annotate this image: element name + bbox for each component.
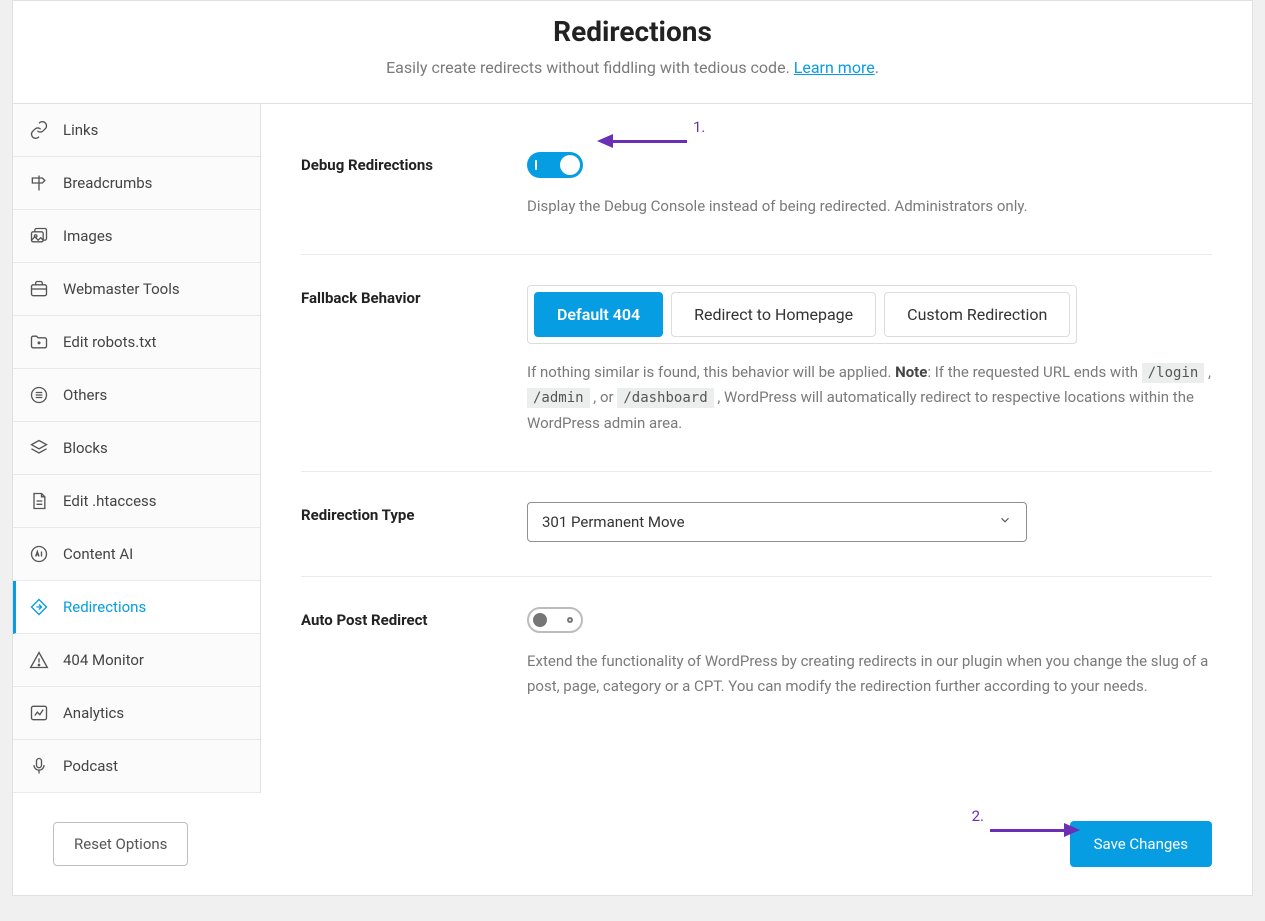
save-changes-button[interactable]: Save Changes: [1070, 821, 1212, 867]
fallback-option-custom-redirection[interactable]: Custom Redirection: [884, 292, 1070, 337]
sidebar-item-images[interactable]: Images: [13, 210, 260, 263]
sidebar-item-label: Links: [63, 121, 98, 139]
select-value: 301 Permanent Move: [542, 513, 685, 531]
field-label: Debug Redirections: [301, 152, 527, 220]
sidebar-item-content-ai[interactable]: Content AI: [13, 528, 260, 581]
main-content: Debug Redirections 1. Display the Debug …: [261, 104, 1252, 793]
field-description: If nothing similar is found, this behavi…: [527, 360, 1212, 437]
field-description: Display the Debug Console instead of bei…: [527, 194, 1212, 220]
row-fallback-behavior: Fallback Behavior Default 404 Redirect t…: [301, 255, 1212, 472]
footer-actions: Reset Options 2. Save Changes: [13, 793, 1252, 895]
links-icon: [29, 120, 49, 140]
redirection-type-select[interactable]: 301 Permanent Move: [527, 502, 1027, 542]
annotation-arrow-1: [597, 134, 687, 148]
learn-more-link[interactable]: Learn more: [794, 58, 875, 77]
analytics-icon: [29, 703, 49, 723]
signpost-icon: [29, 173, 49, 193]
sidebar-item-analytics[interactable]: Analytics: [13, 687, 260, 740]
sidebar-item-blocks[interactable]: Blocks: [13, 422, 260, 475]
sidebar-item-label: Analytics: [63, 704, 124, 722]
sidebar-item-label: Podcast: [63, 757, 118, 775]
sidebar-item-label: Blocks: [63, 439, 108, 457]
auto-post-redirect-toggle[interactable]: [527, 607, 583, 633]
layers-icon: [29, 438, 49, 458]
field-label: Fallback Behavior: [301, 285, 527, 437]
sidebar-item-label: Others: [63, 386, 107, 404]
row-debug-redirections: Debug Redirections 1. Display the Debug …: [301, 134, 1212, 255]
mic-icon: [29, 756, 49, 776]
page-header: Redirections Easily create redirects wit…: [13, 1, 1252, 104]
fallback-option-default-404[interactable]: Default 404: [534, 292, 663, 337]
sidebar-item-podcast[interactable]: Podcast: [13, 740, 260, 793]
sidebar-item-label: Content AI: [63, 545, 133, 563]
sidebar: Links Breadcrumbs Images Webmaster Tools: [13, 104, 261, 793]
field-label: Auto Post Redirect: [301, 607, 527, 700]
redirect-icon: [29, 597, 49, 617]
page-subtitle: Easily create redirects without fiddling…: [33, 58, 1232, 77]
sidebar-item-label: Redirections: [63, 598, 146, 616]
fallback-behavior-segmented: Default 404 Redirect to Homepage Custom …: [527, 285, 1077, 344]
ai-icon: [29, 544, 49, 564]
sidebar-item-label: Edit robots.txt: [63, 333, 156, 351]
list-icon: [29, 385, 49, 405]
sidebar-item-webmaster-tools[interactable]: Webmaster Tools: [13, 263, 260, 316]
debug-redirections-toggle[interactable]: [527, 152, 583, 178]
field-description: Extend the functionality of WordPress by…: [527, 649, 1212, 700]
sidebar-item-label: Images: [63, 227, 113, 245]
page-title: Redirections: [33, 15, 1232, 48]
sidebar-item-label: Breadcrumbs: [63, 174, 152, 192]
row-auto-post-redirect: Auto Post Redirect Extend the functional…: [301, 577, 1212, 734]
sidebar-item-label: Webmaster Tools: [63, 280, 180, 298]
images-icon: [29, 226, 49, 246]
sidebar-item-edit-htaccess[interactable]: Edit .htaccess: [13, 475, 260, 528]
sidebar-item-edit-robots[interactable]: Edit robots.txt: [13, 316, 260, 369]
row-redirection-type: Redirection Type 301 Permanent Move: [301, 472, 1212, 577]
annotation-label-2: 2.: [972, 807, 984, 825]
annotation-arrow-2: [990, 823, 1080, 837]
sidebar-item-redirections[interactable]: Redirections: [13, 581, 260, 634]
sidebar-item-404-monitor[interactable]: 404 Monitor: [13, 634, 260, 687]
sidebar-item-label: 404 Monitor: [63, 651, 144, 669]
briefcase-icon: [29, 279, 49, 299]
annotation-label-1: 1.: [693, 118, 705, 136]
chevron-down-icon: [998, 513, 1012, 531]
fallback-option-redirect-homepage[interactable]: Redirect to Homepage: [671, 292, 876, 337]
sidebar-item-others[interactable]: Others: [13, 369, 260, 422]
warning-icon: [29, 650, 49, 670]
field-label: Redirection Type: [301, 502, 527, 542]
folder-icon: [29, 332, 49, 352]
sidebar-item-label: Edit .htaccess: [63, 492, 157, 510]
sidebar-item-links[interactable]: Links: [13, 104, 260, 157]
sidebar-item-breadcrumbs[interactable]: Breadcrumbs: [13, 157, 260, 210]
reset-options-button[interactable]: Reset Options: [53, 822, 188, 866]
file-text-icon: [29, 491, 49, 511]
